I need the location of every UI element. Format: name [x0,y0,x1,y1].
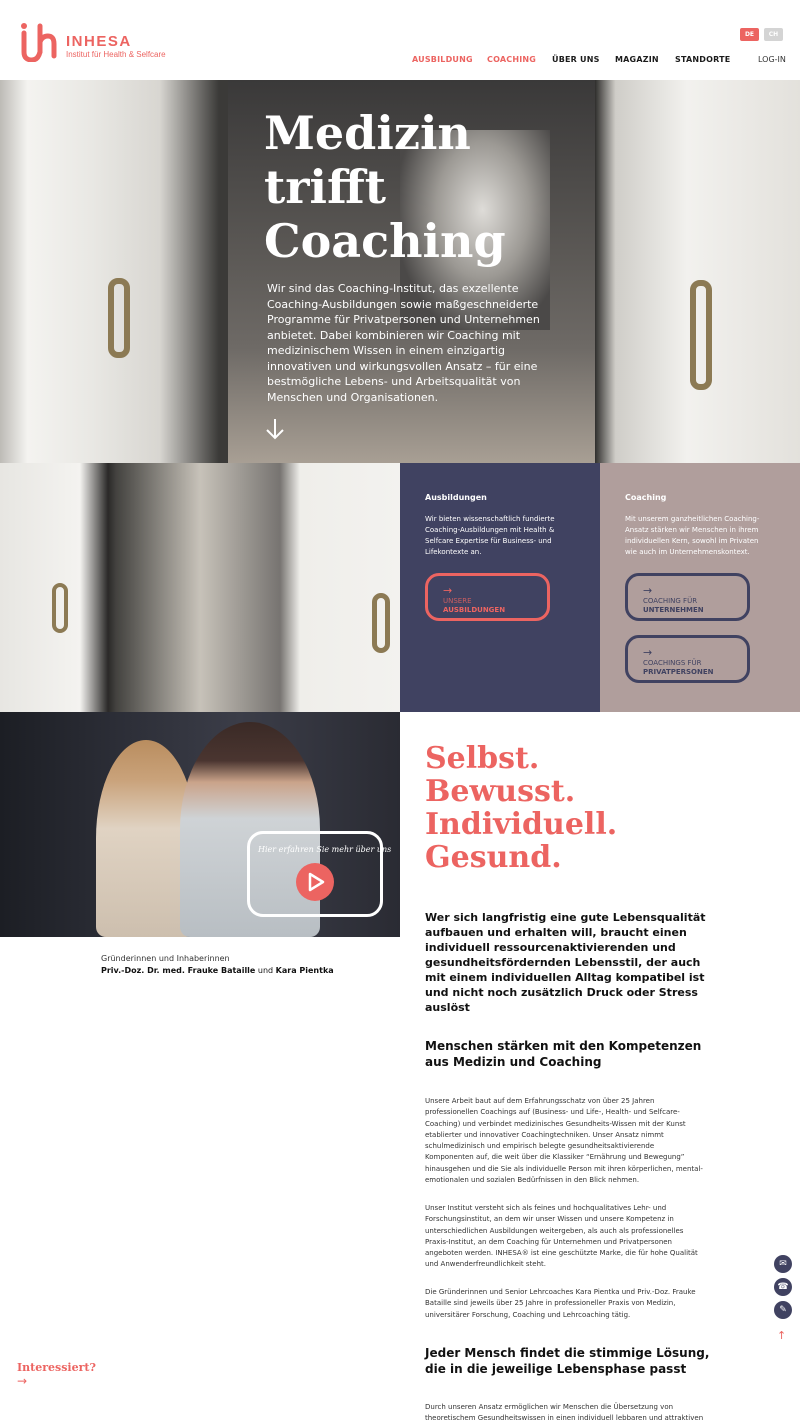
button-line2: AUSBILDUNGEN [443,606,506,614]
hero-text: Wir sind das Coaching-Institut, das exze… [267,282,540,404]
nav-item-ueber-uns[interactable]: ÜBER UNS [552,55,600,64]
founder-name-2: Kara Pientka [275,966,334,975]
founder-name-1: Priv.-Doz. Dr. med. Frauke Bataille [101,966,256,975]
nav-item-ausbildung[interactable]: AUSBILDUNG [412,55,473,64]
button-line2: PRIVATPERSONEN [643,668,714,676]
play-button[interactable] [296,863,334,901]
section-heading-menschen: Menschen stärken mit den Kompetenzen aus… [425,1039,702,1069]
ausbildungen-text: Wir bieten wissenschaftlich fundierte Co… [425,515,555,556]
hero-door-right [595,80,800,463]
door-handle-left [108,278,130,358]
coaching-title: Coaching [625,493,667,502]
play-icon [308,872,325,892]
coaching-unternehmen-button[interactable]: → COACHING FÜR UNTERNEHMEN [625,573,750,621]
scroll-down-icon[interactable] [265,418,285,440]
arrow-right-icon: → [643,584,653,597]
arrow-right-icon: → [443,584,453,597]
ausbildungen-panel: Ausbildungen Wir bieten wissenschaftlich… [400,463,600,712]
lead-text: Wer sich langfristig eine gute Lebensqua… [425,911,706,1014]
button-line1: COACHING FÜR [643,597,698,605]
body-paragraph-3: Die Gründerinnen und Senior Lehrcoaches … [425,1288,696,1319]
lang-de-button[interactable]: DE [740,28,759,41]
nav-item-coaching[interactable]: COACHING [487,55,536,64]
body-paragraph-2: Unser Institut versteht sich als feines … [425,1204,698,1269]
phone-icon[interactable]: ☎ [774,1278,792,1296]
button-line2: UNTERNEHMEN [643,606,704,614]
hero-door-left [0,80,228,463]
founders-caption: Gründerinnen und Inhaberinnen [101,954,230,963]
slogan-heading: Selbst. Bewusst. Individuell. Gesund. [425,741,618,875]
offer-row: Ausbildungen Wir bieten wissenschaftlich… [0,463,800,712]
arrow-right-icon[interactable]: → [17,1374,27,1388]
founders-names: Priv.-Doz. Dr. med. Frauke Bataille und … [101,966,334,975]
door-handle-left-2 [52,583,68,633]
unsere-ausbildungen-button[interactable]: → UNSERE AUSBILDUNGEN [425,573,550,621]
main-nav: AUSBILDUNG COACHING ÜBER UNS MAGAZIN STA… [0,55,800,67]
video-caption: Hier erfahren Sie mehr über uns [258,845,392,854]
door-handle-right-2 [372,593,390,653]
coaching-panel: Coaching Mit unserem ganzheitlichen Coac… [600,463,800,712]
chat-icon[interactable]: ✎ [774,1301,792,1319]
arrow-up-icon[interactable]: ↑ [777,1329,786,1342]
coaching-text: Mit unserem ganzheitlichen Coaching-Ansa… [625,515,760,556]
nav-item-magazin[interactable]: MAGAZIN [615,55,659,64]
lang-ch-button[interactable]: CH [764,28,783,41]
section-heading-jeder: Jeder Mensch findet die stimmige Lösung,… [425,1346,710,1376]
ausbildungen-title: Ausbildungen [425,493,487,502]
login-link[interactable]: LOG-IN [758,55,786,64]
coaching-privatpersonen-button[interactable]: → COACHINGS FÜR PRIVATPERSONEN [625,635,750,683]
body-paragraph-4: Durch unseren Ansatz ermöglichen wir Men… [425,1403,704,1423]
nav-item-standorte[interactable]: STANDORTE [675,55,730,64]
button-line1: UNSERE [443,597,472,605]
hero-title: Medizin trifft Coaching [264,106,506,268]
interessiert-link[interactable]: Interessiert? [17,1361,96,1374]
brand-name[interactable]: INHESA [66,33,132,50]
founders-and: und [255,966,276,975]
door-handle-right [690,280,712,390]
room-photo [0,463,400,712]
arrow-right-icon: → [643,646,653,659]
mail-icon[interactable]: ✉ [774,1255,792,1273]
site-header: INHESA Institut für Health & Selfcare DE… [0,0,800,80]
body-paragraph-1: Unsere Arbeit baut auf dem Erfahrungssch… [425,1097,703,1185]
button-line1: COACHINGS FÜR [643,659,702,667]
